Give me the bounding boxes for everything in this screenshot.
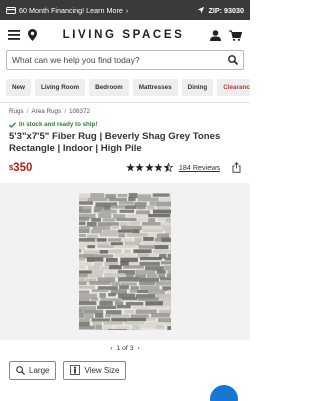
breadcrumb-area-rugs[interactable]: Area Rugs (31, 108, 61, 115)
star-full-icon (126, 159, 135, 177)
star-full-icon (135, 159, 145, 177)
breadcrumb-separator: / (64, 108, 66, 115)
credit-card-icon (6, 6, 16, 14)
category-living-room[interactable]: Living Room (34, 79, 86, 96)
promo-bar: 60 Month Financing! Learn More › ZIP: 93… (0, 0, 250, 20)
chevron-right-icon: › (125, 5, 129, 15)
location-arrow-icon (197, 6, 205, 14)
price-value: 350 (13, 161, 33, 174)
product-title: 5'3"x7'5" Fiber Rug | Beverly Shag Grey … (9, 131, 221, 154)
product-image[interactable] (79, 192, 171, 330)
breadcrumb-sku: 108372 (68, 108, 90, 115)
reviews-link[interactable]: 184 Reviews (179, 163, 220, 172)
gallery-pager: ‹ 1 of 3 › (0, 345, 250, 352)
zoom-icon (16, 365, 25, 375)
financing-text: 60 Month Financing! Learn More (19, 5, 123, 15)
chevron-right-icon[interactable]: › (138, 345, 140, 352)
zip-text: ZIP: 93030 (208, 5, 244, 15)
person-size-icon (70, 365, 81, 375)
stock-text: In stock and ready to ship! (19, 121, 98, 128)
breadcrumb-rugs[interactable]: Rugs (9, 108, 24, 115)
search-bar (6, 50, 244, 70)
view-size-label: View Size (84, 365, 120, 375)
star-full-icon (145, 159, 154, 177)
financing-link[interactable]: 60 Month Financing! Learn More › (6, 6, 128, 15)
divider (0, 102, 250, 103)
search-input[interactable] (12, 55, 228, 65)
price-currency: $ (9, 162, 14, 172)
chevron-left-icon[interactable]: ‹ (110, 345, 112, 352)
stock-status: In stock and ready to ship! (0, 121, 250, 128)
image-actions: Large View Size (0, 360, 250, 380)
view-size-button[interactable]: View Size (63, 360, 127, 380)
price-row: $350 184 Reviews (0, 160, 250, 176)
large-button[interactable]: Large (9, 360, 57, 380)
checkmark-icon (9, 121, 16, 128)
category-clearance[interactable]: Clearance (217, 79, 250, 96)
star-rating[interactable] (126, 159, 174, 177)
site-logo[interactable]: LIVING SPACES (37, 29, 210, 41)
category-nav: New Living Room Bedroom Mattresses Dinin… (0, 79, 250, 96)
cart-icon[interactable] (229, 30, 242, 41)
category-new[interactable]: New (6, 79, 31, 96)
breadcrumb: Rugs / Area Rugs / 108372 (0, 108, 250, 115)
chat-button[interactable] (210, 385, 238, 401)
category-dining[interactable]: Dining (181, 79, 214, 96)
star-half-icon (163, 159, 174, 177)
category-bedroom[interactable]: Bedroom (89, 79, 129, 96)
breadcrumb-separator: / (26, 108, 29, 115)
pager-text: 1 of 3 (116, 344, 134, 352)
large-label: Large (29, 365, 50, 375)
category-mattresses[interactable]: Mattresses (132, 79, 178, 96)
share-icon[interactable] (232, 162, 241, 173)
menu-icon[interactable] (8, 30, 20, 40)
product-price: $350 (9, 162, 32, 174)
store-location-icon[interactable] (28, 29, 37, 41)
star-full-icon (154, 159, 164, 177)
account-icon[interactable] (210, 29, 221, 41)
product-gallery[interactable] (0, 182, 250, 340)
search-icon[interactable] (228, 55, 238, 65)
zip-selector[interactable]: ZIP: 93030 (197, 6, 244, 15)
site-header: LIVING SPACES (0, 20, 250, 50)
